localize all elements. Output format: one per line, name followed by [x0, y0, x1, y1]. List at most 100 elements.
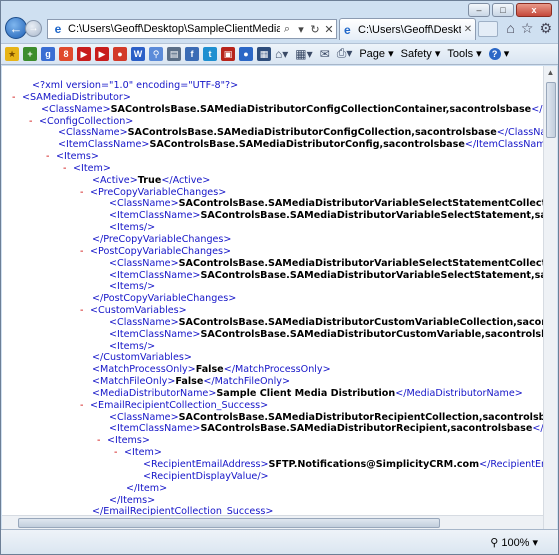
collapse-toggle[interactable]: -	[80, 305, 90, 317]
collapse-toggle[interactable]: -	[80, 246, 90, 258]
back-arrow-icon: ←	[9, 20, 23, 36]
xml-value: SAControlsBase.SAMediaDistributorVariabl…	[178, 198, 557, 210]
xml-value: Sample Client Media Distribution	[216, 387, 396, 399]
collapse-toggle[interactable]: -	[63, 163, 73, 175]
address-bar[interactable]: e C:\Users\Geoff\Desktop\SampleClientMed…	[47, 19, 337, 39]
xml-line: <MatchFileOnly>False</MatchFileOnly>	[2, 376, 544, 388]
xml-value: False	[195, 364, 224, 376]
page-menu[interactable]: Page ▾	[359, 47, 393, 60]
xml-open-tag: <CustomVariables>	[90, 305, 187, 317]
tools-menu-label: Tools	[447, 48, 474, 60]
xml-open-tag: </PreCopyVariableChanges>	[92, 233, 232, 245]
xml-open-tag: <Item>	[73, 162, 111, 174]
mail-icon[interactable]: ✉	[320, 47, 330, 61]
xml-line: <ClassName>SAControlsBase.SAMediaDistrib…	[2, 257, 557, 270]
vertical-scrollbar[interactable]: ▲	[543, 66, 557, 529]
xml-open-tag: <ConfigCollection>	[39, 115, 134, 127]
home-icon[interactable]: ⌂	[506, 20, 514, 37]
xml-line: <RecipientDisplayValue/>	[2, 471, 544, 483]
collapse-toggle[interactable]: -	[12, 92, 22, 104]
horizontal-scrollbar[interactable]	[2, 515, 543, 529]
collapse-toggle[interactable]: -	[29, 116, 39, 128]
stop-icon[interactable]: ✕	[322, 23, 336, 36]
xml-value: SFTP.Notifications@SimplicityCRM.com	[268, 459, 480, 470]
zoom-control[interactable]: ⚲ 100% ▾	[490, 536, 538, 550]
forward-button[interactable]: →	[25, 20, 42, 37]
xml-line: <ClassName>SAControlsBase.SAMediaDistrib…	[2, 198, 557, 210]
close-button[interactable]: x	[516, 3, 552, 17]
back-button[interactable]: ←	[5, 17, 27, 39]
collapse-toggle[interactable]: -	[114, 447, 124, 459]
horizontal-scroll-thumb[interactable]	[18, 518, 440, 528]
xml-open-tag: <ClassName>	[109, 198, 179, 210]
collapse-toggle[interactable]: -	[80, 400, 90, 412]
vertical-scroll-thumb[interactable]	[546, 82, 556, 138]
gear-icon[interactable]: ⚙	[539, 20, 552, 37]
xml-line: </PostCopyVariableChanges>	[2, 293, 544, 305]
navigation-bar: ← → e C:\Users\Geoff\Desktop\SampleClien…	[1, 17, 558, 41]
site-icon-4[interactable]: W	[131, 47, 145, 61]
collapse-toggle[interactable]: -	[80, 187, 90, 199]
xml-line: <ClassName>SAControlsBase.SAMediaDistrib…	[2, 127, 557, 139]
help-icon: ?	[488, 48, 501, 60]
browser-right-icons: ⌂ ☆ ⚙	[506, 20, 552, 37]
dropdown-icon[interactable]: ▾	[294, 23, 308, 36]
site-icon-10[interactable]: ●	[239, 47, 253, 61]
site-icon-7[interactable]: f	[185, 47, 199, 61]
add-favorite-icon[interactable]: +	[23, 47, 37, 61]
minimize-button[interactable]: –	[468, 3, 490, 17]
home-page-icon[interactable]: ⌂▾	[275, 47, 288, 61]
new-tab-button[interactable]	[478, 21, 498, 37]
print-icon[interactable]: ⎙▾	[337, 46, 353, 61]
site-icon-11[interactable]: ▦	[257, 47, 271, 61]
scroll-up-icon[interactable]: ▲	[544, 66, 557, 80]
site-icon-6[interactable]: ▤	[167, 47, 181, 61]
zoom-icon: ⚲	[490, 537, 499, 549]
refresh-icon[interactable]: ↻	[308, 23, 322, 36]
address-url[interactable]: C:\Users\Geoff\Desktop\SampleClientMedia…	[68, 23, 280, 35]
tools-menu[interactable]: Tools ▾	[447, 47, 481, 60]
feeds-icon[interactable]: ▦▾	[295, 47, 312, 61]
favorites-star-icon[interactable]: ★	[5, 47, 19, 61]
xml-open-tag: <Items/>	[109, 340, 156, 352]
youtube-icon[interactable]: ▶	[77, 47, 91, 61]
xml-open-tag: <EmailRecipientCollection_Success>	[90, 399, 269, 411]
collapse-toggle[interactable]: -	[97, 435, 107, 447]
site-icon-1[interactable]: g	[41, 47, 55, 61]
site-icon-2[interactable]: 8	[59, 47, 73, 61]
xml-open-tag: <RecipientEmailAddress>	[143, 459, 269, 470]
tab-label: C:\Users\Geoff\Desktop\Sa...	[358, 23, 461, 36]
xml-open-tag: <SAMediaDistributor>	[22, 91, 131, 103]
xml-line: - <Items>	[2, 435, 544, 447]
tab-ie-icon: e	[344, 22, 351, 37]
xml-line: <ItemClassName>SAControlsBase.SAMediaDis…	[2, 139, 557, 151]
xml-line: <Items/>	[2, 341, 544, 353]
help-menu[interactable]: ? ▾	[488, 47, 509, 60]
command-bar: ★ + g 8 ▶ ▶ ● W ⚲ ▤ f t ▣ ● ▦ ⌂▾ ▦▾ ✉ ⎙▾…	[1, 43, 558, 65]
tab-close-icon[interactable]: ✕	[461, 24, 475, 35]
favorites-star-icon[interactable]: ☆	[521, 20, 534, 37]
xml-open-tag: <ClassName>	[109, 257, 179, 269]
xml-value: SAControlsBase.SAMediaDistributorRecipie…	[200, 423, 533, 435]
xml-value: SAControlsBase.SAMediaDistributorVariabl…	[200, 210, 557, 222]
safety-menu[interactable]: Safety ▾	[401, 47, 441, 60]
search-icon[interactable]: ⌕	[280, 23, 294, 36]
xml-line: <RecipientEmailAddress>SFTP.Notification…	[2, 459, 557, 471]
xml-open-tag: <ItemClassName>	[109, 328, 201, 340]
site-icon-3[interactable]: ●	[113, 47, 127, 61]
xml-line: - <Items>	[2, 151, 544, 163]
collapse-toggle[interactable]: -	[46, 151, 56, 163]
chevron-down-icon[interactable]: ▾	[532, 536, 538, 549]
xml-line: - <CustomVariables>	[2, 305, 544, 317]
xml-open-tag: <MatchProcessOnly>	[92, 364, 196, 376]
xml-open-tag: <ClassName>	[41, 103, 111, 115]
site-icon-5[interactable]: ⚲	[149, 47, 163, 61]
maximize-button[interactable]: □	[492, 3, 514, 17]
youtube-icon-2[interactable]: ▶	[95, 47, 109, 61]
xml-open-tag: <Active>	[92, 174, 138, 186]
site-icon-8[interactable]: t	[203, 47, 217, 61]
xml-value: True	[137, 174, 162, 186]
tab-active[interactable]: e C:\Users\Geoff\Desktop\Sa... ✕	[339, 18, 476, 40]
site-icon-9[interactable]: ▣	[221, 47, 235, 61]
favorites-bar: ★ + g 8 ▶ ▶ ● W ⚲ ▤ f t ▣ ● ▦	[5, 47, 271, 61]
